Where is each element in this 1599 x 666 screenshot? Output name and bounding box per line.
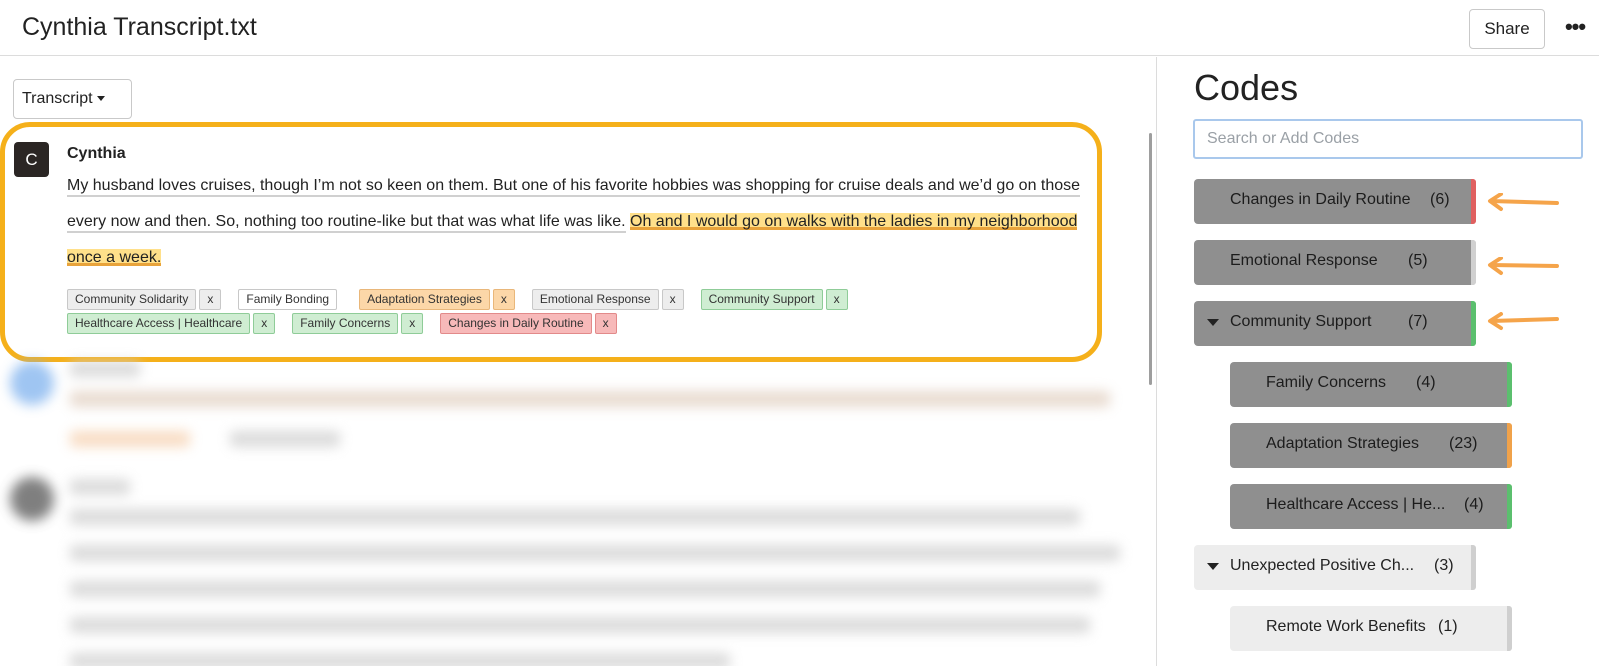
- speaker-avatar: C: [14, 142, 49, 177]
- share-button[interactable]: Share: [1469, 9, 1545, 49]
- applied-code-tags: Community Solidarity x Family Bonding Adapt…: [67, 288, 1097, 336]
- remove-tag-button[interactable]: x: [594, 313, 617, 334]
- code-label: Community Support: [1230, 313, 1372, 330]
- code-count: (6): [1430, 191, 1450, 208]
- code-color-bar: [1507, 606, 1512, 651]
- view-dropdown-label: Transcript: [22, 90, 93, 107]
- top-bar: Cynthia Transcript.txt Share •••: [0, 0, 1599, 56]
- code-color-bar: [1471, 240, 1476, 285]
- blurred-line: [70, 581, 1100, 597]
- code-item[interactable]: Emotional Response (5): [1194, 240, 1476, 285]
- caret-down-icon: [96, 96, 105, 102]
- blurred-avatar: [10, 477, 54, 521]
- code-item[interactable]: Community Support (7): [1194, 301, 1476, 346]
- utterance-text[interactable]: My husband loves cruises, though I’m not…: [67, 168, 1087, 276]
- blurred-line: [70, 545, 1120, 561]
- code-item[interactable]: Adaptation Strategies (23): [1230, 423, 1512, 468]
- code-count: (1): [1438, 618, 1458, 635]
- view-dropdown-button[interactable]: Transcript: [13, 79, 132, 119]
- expand-caret-icon[interactable]: [1207, 319, 1219, 326]
- code-count: (23): [1449, 435, 1478, 452]
- code-label: Adaptation Strategies: [1266, 435, 1419, 452]
- code-tag[interactable]: Healthcare Access | Healthcare: [67, 313, 251, 334]
- code-color-bar: [1471, 301, 1476, 346]
- code-tag[interactable]: Emotional Response: [531, 289, 659, 310]
- pane-divider: [1156, 57, 1157, 666]
- code-item[interactable]: Remote Work Benefits (1): [1230, 606, 1512, 651]
- code-tag[interactable]: Adaptation Strategies: [359, 289, 490, 310]
- code-label: Changes in Daily Routine: [1230, 191, 1411, 208]
- more-options-icon[interactable]: •••: [1560, 12, 1590, 42]
- code-tag[interactable]: Family Concerns: [292, 313, 399, 334]
- codes-heading: Codes: [1194, 67, 1299, 108]
- speaker-name: Cynthia: [67, 145, 126, 162]
- code-count: (5): [1408, 252, 1428, 269]
- remove-tag-button[interactable]: x: [661, 289, 684, 310]
- code-count: (4): [1464, 496, 1484, 513]
- code-label: Remote Work Benefits: [1266, 618, 1426, 635]
- code-label: Family Concerns: [1266, 374, 1387, 391]
- code-color-bar: [1471, 545, 1476, 590]
- code-label: Emotional Response: [1230, 252, 1378, 269]
- code-label: Unexpected Positive Ch...: [1230, 557, 1415, 574]
- code-label: Healthcare Access | He...: [1266, 496, 1446, 513]
- codes-search-input[interactable]: [1193, 119, 1583, 159]
- code-color-bar: [1507, 484, 1512, 529]
- code-color-bar: [1507, 362, 1512, 407]
- code-color-bar: [1471, 179, 1476, 224]
- code-color-bar: [1507, 423, 1512, 468]
- blurred-transcript: [0, 357, 1150, 666]
- transcript-pane: Transcript C Cynthia My husband loves cr…: [0, 57, 1156, 666]
- code-tag[interactable]: Community Support: [700, 289, 823, 310]
- code-count: (4): [1416, 374, 1436, 391]
- code-count: (7): [1408, 313, 1428, 330]
- annotation-arrow-icon: [1488, 257, 1559, 275]
- blurred-line: [70, 653, 730, 666]
- code-item[interactable]: Unexpected Positive Ch... (3): [1194, 545, 1476, 590]
- blurred-line: [70, 361, 140, 377]
- remove-tag-button[interactable]: x: [825, 289, 848, 310]
- blurred-line: [70, 509, 1080, 525]
- code-tag[interactable]: Family Bonding: [238, 289, 338, 310]
- tag-row: Healthcare Access | Healthcare x Family Co…: [67, 312, 1097, 335]
- remove-tag-button[interactable]: x: [199, 289, 222, 310]
- code-item[interactable]: Family Concerns (4): [1230, 362, 1512, 407]
- transcript-scrollbar[interactable]: [1149, 133, 1152, 385]
- annotation-arrow-icon: [1488, 193, 1559, 211]
- tag-row: Community Solidarity x Family Bonding Adapt…: [67, 288, 1097, 311]
- blurred-line: [70, 617, 1090, 633]
- blurred-line: [70, 391, 1110, 407]
- remove-tag-button[interactable]: x: [492, 289, 515, 310]
- code-count: (3): [1434, 557, 1454, 574]
- document-title: Cynthia Transcript.txt: [22, 13, 257, 41]
- remove-tag-button[interactable]: x: [401, 313, 424, 334]
- expand-caret-icon[interactable]: [1207, 563, 1219, 570]
- annotation-arrow-icon: [1488, 312, 1559, 330]
- code-tag[interactable]: Changes in Daily Routine: [440, 313, 592, 334]
- blurred-line: [70, 431, 190, 447]
- blurred-line: [230, 431, 340, 447]
- code-tag[interactable]: Community Solidarity: [67, 289, 197, 310]
- code-item[interactable]: Changes in Daily Routine (6): [1194, 179, 1476, 224]
- remove-tag-button[interactable]: x: [253, 313, 276, 334]
- blurred-line: [70, 479, 130, 495]
- code-item[interactable]: Healthcare Access | He... (4): [1230, 484, 1512, 529]
- blurred-avatar: [10, 361, 54, 405]
